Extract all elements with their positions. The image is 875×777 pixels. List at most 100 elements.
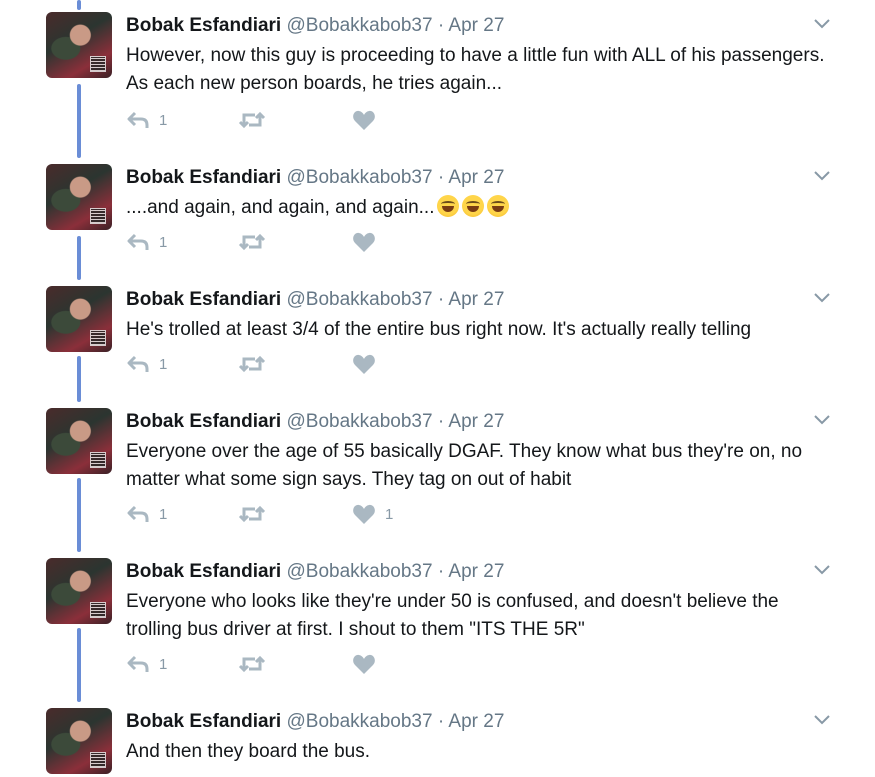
separator: · [437,711,445,732]
author-handle[interactable]: @Bobakkabob37 [287,561,433,582]
like-button[interactable] [352,108,385,132]
avatar-shirt-logo [90,602,106,618]
tweet-header: Bobak Esfandiari @Bobakkabob37 · Apr 27 [126,560,504,584]
retweet-button[interactable] [238,352,275,376]
author-name[interactable]: Bobak Esfandiari [126,15,281,36]
tweet-date[interactable]: Apr 27 [448,561,504,582]
author-handle[interactable]: @Bobakkabob37 [287,289,433,310]
separator: · [437,15,445,36]
tweet-thread: Bobak Esfandiari @Bobakkabob37 · Apr 27 … [0,0,875,777]
avatar[interactable] [46,708,112,774]
author-name[interactable]: Bobak Esfandiari [126,561,281,582]
thread-connector [77,478,81,552]
heart-icon [353,232,375,252]
reply-count: 1 [159,111,168,129]
retweet-icon [238,355,266,373]
reply-count: 1 [159,655,168,673]
tweet-text: However, now this guy is proceeding to h… [126,45,825,94]
author-handle[interactable]: @Bobakkabob37 [287,15,433,36]
reply-arrow-icon [127,111,149,128]
retweet-button[interactable] [238,108,275,132]
avatar-shirt-logo [90,208,106,224]
reply-arrow-icon [127,655,149,672]
reply-count: 1 [159,233,168,251]
tweet-date[interactable]: Apr 27 [448,289,504,310]
avatar[interactable] [46,558,112,624]
reply-button[interactable]: 1 [126,230,167,254]
author-name[interactable]: Bobak Esfandiari [126,167,281,188]
thread-connector [77,84,81,158]
retweet-icon [238,505,266,523]
reply-arrow-icon [127,505,149,522]
tweet-text: Everyone over the age of 55 basically DG… [126,441,803,490]
heart-icon [353,110,375,130]
tweet-date[interactable]: Apr 27 [448,167,504,188]
tweet-header: Bobak Esfandiari @Bobakkabob37 · Apr 27 [126,288,504,312]
tweet-text: He's trolled at least 3/4 of the entire … [126,319,752,340]
like-button[interactable]: 1 [352,502,393,526]
reply-arrow-icon [127,355,149,372]
like-count: 1 [385,505,394,523]
retweet-icon [238,655,266,673]
reply-button[interactable]: 1 [126,352,167,376]
author-name[interactable]: Bobak Esfandiari [126,411,281,432]
avatar[interactable] [46,286,112,352]
thread-connector [77,356,81,402]
author-name[interactable]: Bobak Esfandiari [126,289,281,310]
chevron-down-icon[interactable] [813,414,831,426]
tweet-header: Bobak Esfandiari @Bobakkabob37 · Apr 27 [126,710,504,734]
author-handle[interactable]: @Bobakkabob37 [287,167,433,188]
reply-count: 1 [159,505,168,523]
like-button[interactable] [352,230,385,254]
chevron-down-icon[interactable] [813,292,831,304]
grinning-squinting-face-emoji-icon [487,195,510,217]
tweet-text-content: ....and again, and again, and again... [126,197,435,218]
separator: · [437,561,445,582]
retweet-button[interactable] [238,230,275,254]
chevron-down-icon[interactable] [813,714,831,726]
thread-connector [77,0,81,10]
retweet-icon [238,111,266,129]
avatar-shirt-logo [90,56,106,72]
reply-button[interactable]: 1 [126,502,167,526]
avatar[interactable] [46,408,112,474]
avatar-shirt-logo [90,752,106,768]
grinning-squinting-face-emoji-icon [462,195,485,217]
heart-icon [353,354,375,374]
tweet-header: Bobak Esfandiari @Bobakkabob37 · Apr 27 [126,166,504,190]
retweet-icon [238,233,266,251]
avatar[interactable] [46,12,112,78]
tweet-header: Bobak Esfandiari @Bobakkabob37 · Apr 27 [126,14,504,38]
thread-connector [77,628,81,702]
chevron-down-icon[interactable] [813,18,831,30]
separator: · [437,167,445,188]
avatar-shirt-logo [90,452,106,468]
grinning-squinting-face-emoji-icon [437,195,460,217]
avatar[interactable] [46,164,112,230]
chevron-down-icon[interactable] [813,564,831,576]
reply-button[interactable]: 1 [126,652,167,676]
author-handle[interactable]: @Bobakkabob37 [287,411,433,432]
author-name[interactable]: Bobak Esfandiari [126,711,281,732]
chevron-down-icon[interactable] [813,170,831,182]
author-handle[interactable]: @Bobakkabob37 [287,711,433,732]
retweet-button[interactable] [238,502,275,526]
separator: · [437,289,445,310]
heart-icon [353,654,375,674]
reply-count: 1 [159,355,168,373]
tweet-header: Bobak Esfandiari @Bobakkabob37 · Apr 27 [126,410,504,434]
tweet-date[interactable]: Apr 27 [448,15,504,36]
like-button[interactable] [352,652,385,676]
tweet-text: ....and again, and again, and again... [126,194,826,222]
avatar-shirt-logo [90,330,106,346]
tweet-date[interactable]: Apr 27 [448,711,504,732]
thread-connector [77,236,81,280]
tweet-date[interactable]: Apr 27 [448,411,504,432]
separator: · [437,411,445,432]
tweet-text: Everyone who looks like they're under 50… [126,591,779,640]
retweet-button[interactable] [238,652,275,676]
heart-icon [353,504,375,524]
reply-button[interactable]: 1 [126,108,167,132]
reply-arrow-icon [127,233,149,250]
like-button[interactable] [352,352,385,376]
